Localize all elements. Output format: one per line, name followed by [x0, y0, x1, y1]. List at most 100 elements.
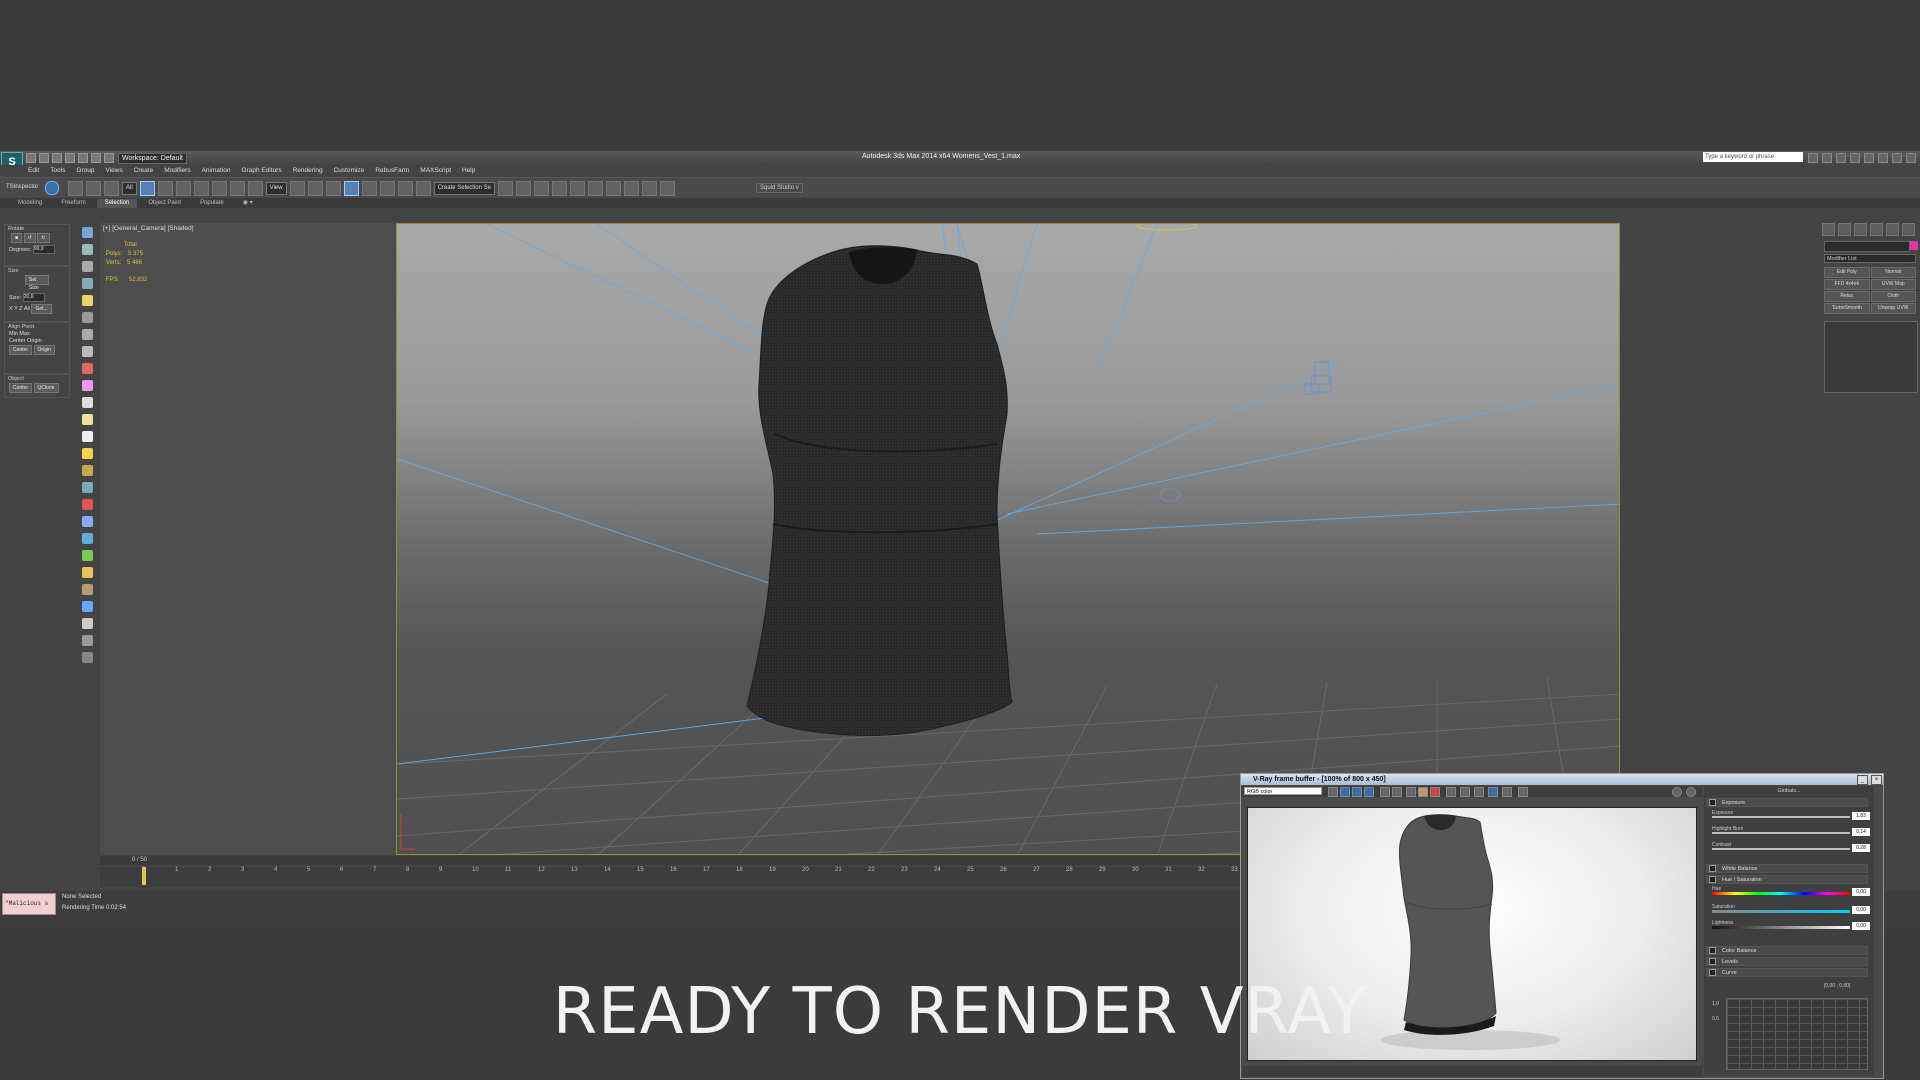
- qclone-button[interactable]: QClone: [33, 383, 59, 393]
- align-icon[interactable]: [515, 181, 531, 196]
- viewport-label[interactable]: [+] [General_Camera] [Shaded]: [103, 225, 194, 232]
- undo-icon[interactable]: [65, 153, 75, 163]
- minimize-icon[interactable]: [1878, 153, 1888, 163]
- camera-safe-frame[interactable]: [396, 223, 1620, 855]
- cone-icon[interactable]: [82, 431, 93, 442]
- communication-center-icon[interactable]: [1836, 153, 1846, 163]
- sphere-icon[interactable]: [82, 380, 93, 391]
- lightness-value[interactable]: 0,00: [1852, 922, 1870, 930]
- particle-icon[interactable]: [82, 482, 93, 493]
- hue-slider[interactable]: [1712, 892, 1850, 895]
- size-field[interactable]: 20,0: [22, 293, 45, 302]
- axis-y-option[interactable]: Y: [14, 306, 18, 312]
- render-button-icon[interactable]: [1686, 787, 1696, 797]
- help-icon[interactable]: [1864, 153, 1874, 163]
- workspace-dropdown[interactable]: Workspace: Default: [118, 153, 187, 164]
- omni-light-icon[interactable]: [82, 414, 93, 425]
- figure-icon[interactable]: [82, 584, 93, 595]
- alpha-channel-icon[interactable]: [1380, 787, 1390, 797]
- pivot-center-button[interactable]: Center: [9, 345, 33, 355]
- vfb-minimize-icon[interactable]: _: [1857, 775, 1868, 785]
- maximize-icon[interactable]: [1892, 153, 1902, 163]
- create-tab-icon[interactable]: [1822, 223, 1835, 236]
- axis-z-option[interactable]: Z: [19, 306, 22, 312]
- select-by-name-icon[interactable]: [157, 181, 173, 196]
- save-image-icon[interactable]: [1406, 787, 1416, 797]
- color-balance-checkbox[interactable]: [1709, 947, 1716, 955]
- create-geometry-icon[interactable]: [82, 227, 93, 238]
- exposure-slider[interactable]: [1712, 816, 1850, 818]
- white-balance-checkbox[interactable]: [1709, 865, 1716, 873]
- systems-icon[interactable]: [82, 363, 93, 374]
- percent-snap-icon[interactable]: [379, 181, 395, 196]
- hue-value[interactable]: 0,00: [1852, 888, 1870, 896]
- tab-object-paint[interactable]: Object Paint: [140, 199, 189, 208]
- mirror-icon[interactable]: [497, 181, 513, 196]
- tab-modeling[interactable]: Modeling: [10, 199, 50, 208]
- ribbon-toggle-icon[interactable]: ◉ ▾: [235, 199, 261, 208]
- channel-dropdown[interactable]: RGB color: [1244, 787, 1322, 795]
- levels-checkbox[interactable]: [1709, 958, 1716, 966]
- hue-saturation-checkbox[interactable]: [1709, 876, 1716, 884]
- rectangle-selection-icon[interactable]: [175, 181, 191, 196]
- hierarchy-icon[interactable]: [82, 516, 93, 527]
- relax-button[interactable]: Relax: [1824, 291, 1870, 302]
- quick-access-dropdown-icon[interactable]: [104, 153, 114, 163]
- help-circle-icon[interactable]: [82, 652, 93, 663]
- helper-icon[interactable]: [82, 329, 93, 340]
- select-object-icon[interactable]: [139, 181, 155, 196]
- menu-edit[interactable]: Edit: [28, 167, 39, 174]
- tab-freeform[interactable]: Freeform: [53, 199, 93, 208]
- edit-poly-button[interactable]: Edit Poly: [1824, 267, 1870, 278]
- material-editor-icon[interactable]: [605, 181, 621, 196]
- tab-populate[interactable]: Populate: [192, 199, 232, 208]
- pivot-min-radio[interactable]: Min: [9, 331, 18, 337]
- pivot-max-radio[interactable]: Max: [19, 331, 29, 337]
- favorites-icon[interactable]: [1850, 153, 1860, 163]
- highlight-burn-slider[interactable]: [1712, 832, 1850, 834]
- object-name-field[interactable]: [1824, 241, 1910, 252]
- box-icon[interactable]: [82, 261, 93, 272]
- hue-saturation-row[interactable]: Hue / Saturation: [1706, 875, 1868, 884]
- menu-tools[interactable]: Tools: [50, 167, 65, 174]
- keyboard-shortcut-icon[interactable]: [325, 181, 341, 196]
- contrast-slider[interactable]: [1712, 848, 1850, 850]
- tab-selection[interactable]: Selection: [96, 199, 138, 208]
- unwrap-uvw-button[interactable]: Unwrap UVW: [1870, 303, 1916, 314]
- menu-modifiers[interactable]: Modifiers: [164, 167, 190, 174]
- menu-rebusfarm[interactable]: RebusFarm: [375, 167, 409, 174]
- sun-icon[interactable]: [82, 448, 93, 459]
- close-icon[interactable]: [1906, 153, 1916, 163]
- menu-create[interactable]: Create: [134, 167, 154, 174]
- rendered-frame-window-icon[interactable]: [641, 181, 657, 196]
- track-bar[interactable]: 0 1 2 3 4 5 6 7 8 9 10 11 12 13 14 15 16 17 18 19 20 21 22 23 24…: [100, 867, 1240, 887]
- scale-icon[interactable]: [247, 181, 263, 196]
- spacewarp-icon[interactable]: [82, 346, 93, 357]
- named-selection-dropdown[interactable]: Create Selection Se: [433, 182, 495, 195]
- vfb-title-bar[interactable]: V-Ray frame buffer - [100% of 800 x 450]…: [1241, 774, 1883, 785]
- leaf-icon[interactable]: [82, 550, 93, 561]
- axis-all-option[interactable]: All: [24, 306, 30, 312]
- blue-channel-icon[interactable]: [1364, 787, 1374, 797]
- uvw-map-button[interactable]: UVW Map: [1870, 279, 1916, 290]
- saturation-value[interactable]: 0,00: [1852, 906, 1870, 914]
- region-render-icon[interactable]: [1460, 787, 1470, 797]
- rotate-cw-button[interactable]: ↻: [37, 233, 50, 243]
- camera-icon[interactable]: [82, 312, 93, 323]
- color-corrections-icon[interactable]: [1488, 787, 1498, 797]
- maxscript-listener[interactable]: "Malicious s: [2, 893, 56, 915]
- object-center-button[interactable]: Center: [9, 383, 33, 393]
- reference-coordinate-dropdown[interactable]: View: [265, 182, 287, 195]
- open-file-icon[interactable]: [39, 153, 49, 163]
- ffd-button[interactable]: FFD 4x4x4: [1824, 279, 1870, 290]
- globe-icon[interactable]: [82, 533, 93, 544]
- menu-rendering[interactable]: Rendering: [293, 167, 323, 174]
- clear-image-icon[interactable]: [1430, 787, 1440, 797]
- tsinspector-button[interactable]: [45, 181, 59, 195]
- color-balance-row[interactable]: Color Balance: [1706, 946, 1868, 955]
- render-production-icon[interactable]: [659, 181, 675, 196]
- exposure-row[interactable]: Exposure: [1706, 798, 1868, 807]
- snap-toggle-icon[interactable]: [343, 181, 359, 196]
- pivot-center-radio[interactable]: Center: [9, 338, 26, 344]
- track-mouse-icon[interactable]: [1474, 787, 1484, 797]
